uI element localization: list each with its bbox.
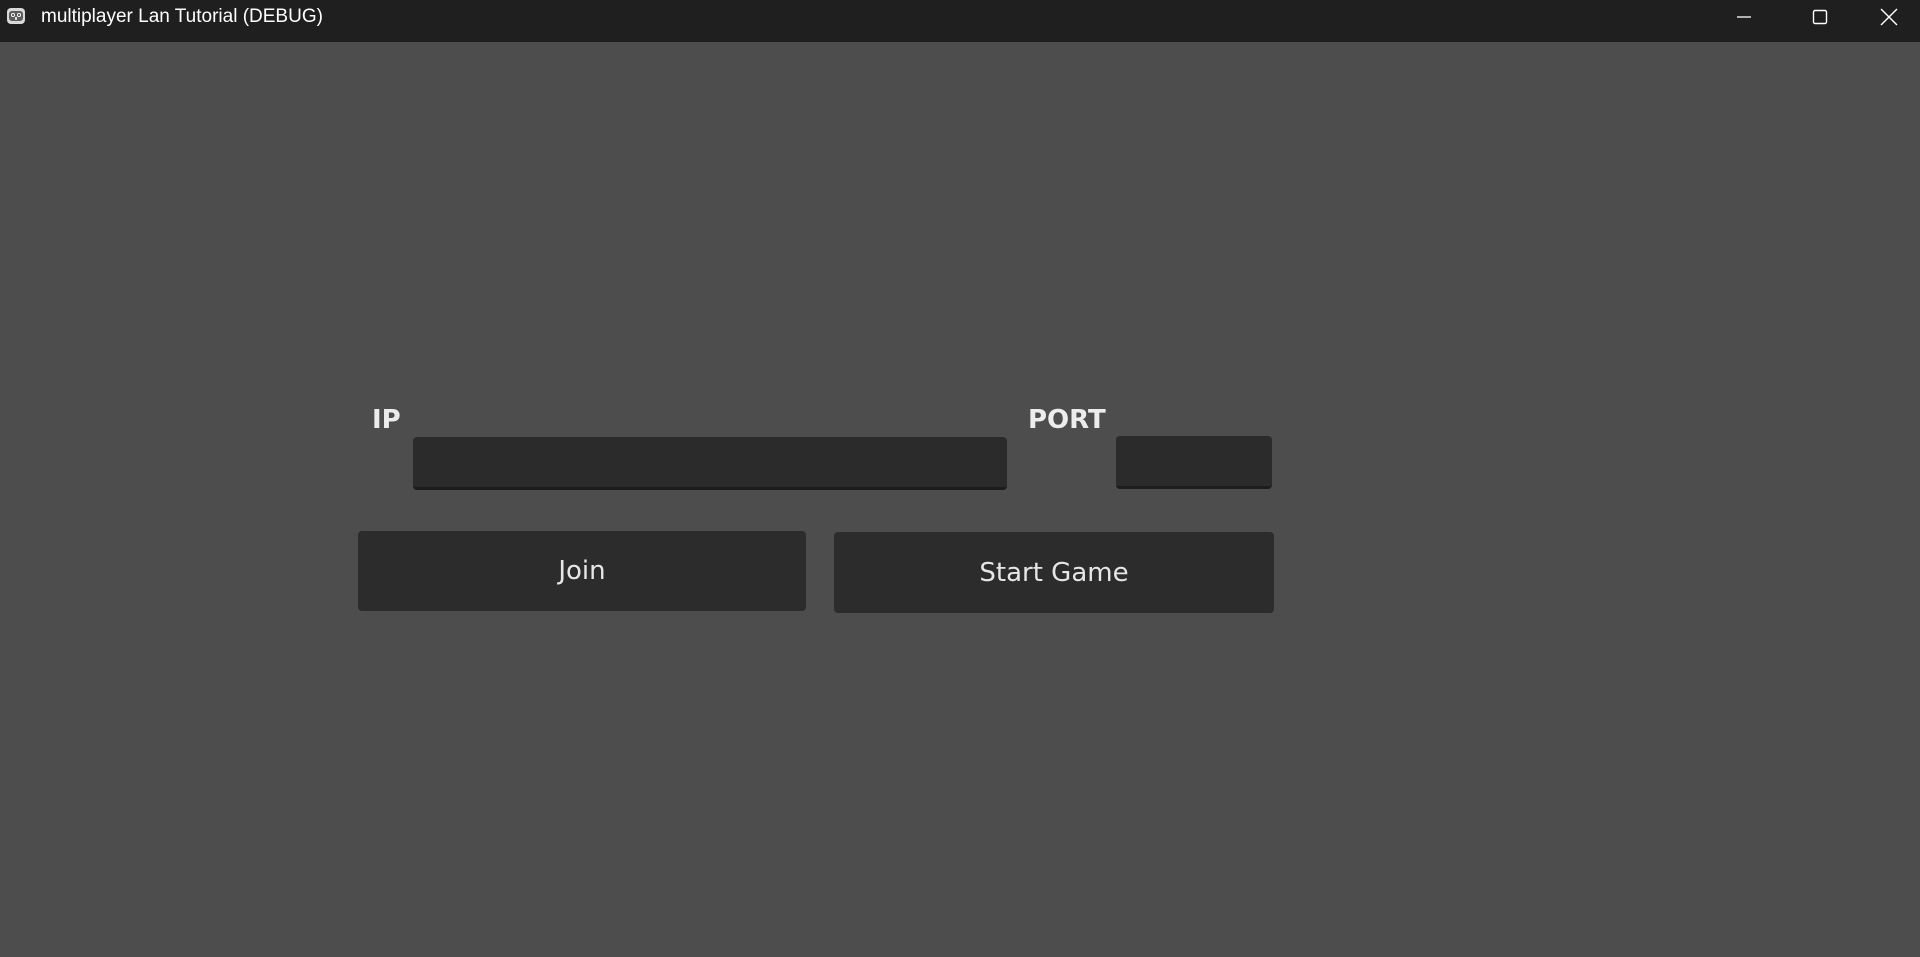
port-label: PORT (1028, 405, 1106, 435)
close-icon (1880, 8, 1898, 26)
godot-app-icon (6, 6, 26, 26)
window-title: multiplayer Lan Tutorial (DEBUG) (41, 6, 323, 27)
ip-input[interactable] (413, 437, 1007, 490)
port-input[interactable] (1116, 436, 1272, 489)
close-button[interactable] (1858, 0, 1920, 34)
minimize-button[interactable] (1706, 0, 1782, 34)
maximize-button[interactable] (1782, 0, 1858, 34)
start-game-button[interactable]: Start Game (834, 532, 1274, 613)
minimize-icon (1736, 9, 1752, 25)
window-titlebar[interactable]: multiplayer Lan Tutorial (DEBUG) (0, 0, 1920, 42)
join-button[interactable]: Join (358, 531, 806, 611)
game-viewport (0, 42, 1920, 957)
ip-label: IP (372, 405, 401, 435)
maximize-icon (1812, 9, 1828, 25)
